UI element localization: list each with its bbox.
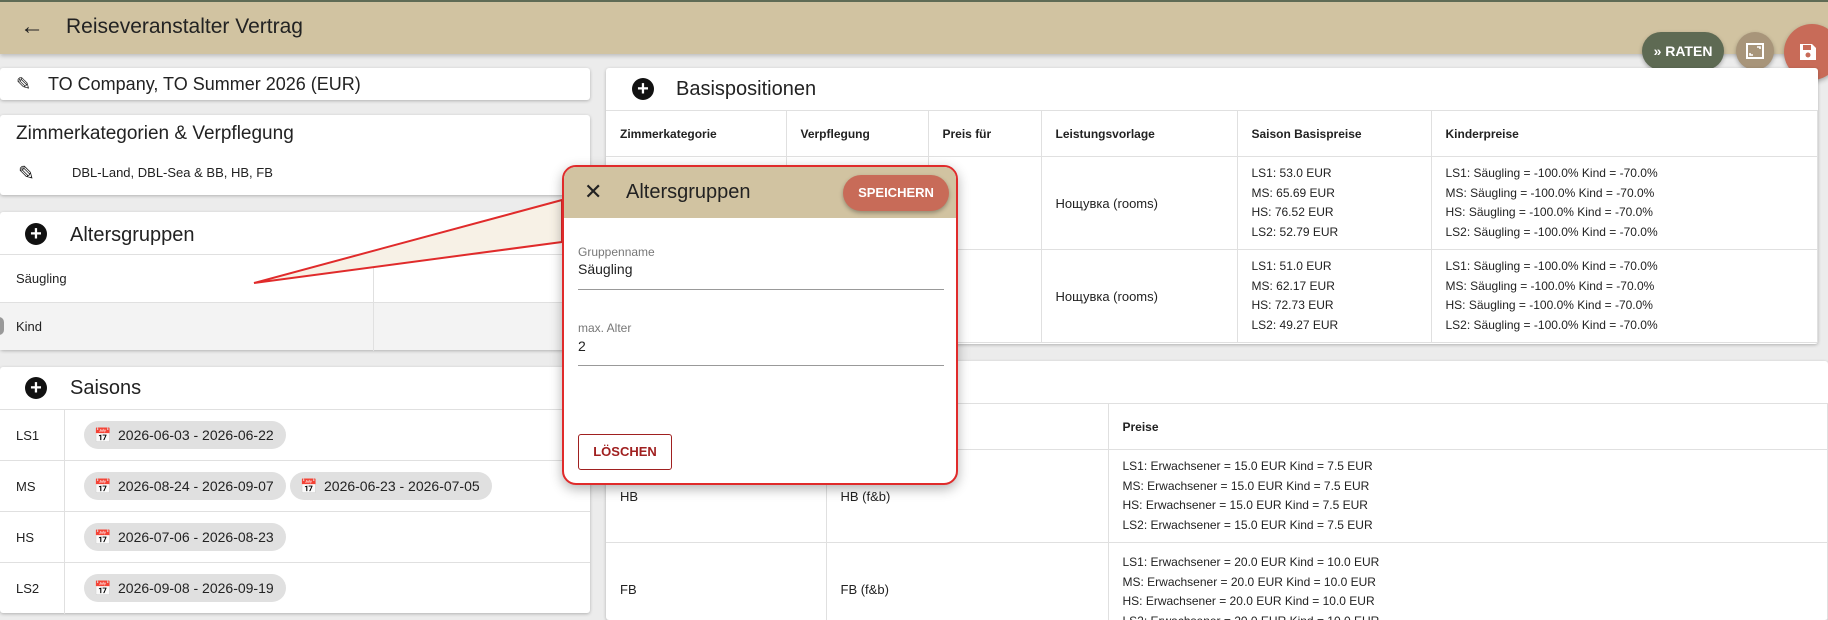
add-saison-icon[interactable]: +	[25, 377, 47, 399]
fullscreen-button[interactable]	[1736, 32, 1774, 70]
altersgruppen-title: Altersgruppen	[70, 224, 195, 246]
altersgruppe-name: Kind	[16, 319, 43, 334]
add-altersgruppe-icon[interactable]: +	[25, 223, 47, 245]
season-range-chip[interactable]: 📅 2026-09-08 - 2026-09-19	[84, 574, 286, 602]
table-row: MS 📅 2026-08-24 - 2026-09-07 📅 2026-06-23 …	[0, 460, 590, 512]
double-chevron-right-icon: »	[1653, 43, 1662, 59]
app-bar: ← Reiseveranstalter Vertrag	[0, 0, 1828, 54]
col-saison-basispreise: Saison Basispreise	[1237, 110, 1432, 157]
col-verpflegung: Verpflegung	[786, 110, 929, 157]
saison-code: MS	[16, 479, 36, 494]
altersgruppe-name: Säugling	[16, 271, 67, 286]
saisons-title: Saisons	[70, 377, 142, 399]
list-item[interactable]: Säugling	[0, 254, 590, 302]
saison-code: HS	[16, 530, 35, 545]
kinderpreise-cell: LS1: Säugling = -100.0% Kind = -70.0% MS…	[1431, 249, 1818, 343]
add-basisposition-icon[interactable]: +	[632, 78, 654, 100]
back-arrow-icon[interactable]: ←	[20, 15, 48, 40]
table-row: LS1 📅 2026-06-03 - 2026-06-22	[0, 409, 590, 461]
season-range-chip[interactable]: 📅 2026-06-03 - 2026-06-22	[84, 421, 286, 449]
leistungsvorlage-cell: Нощувка (rooms)	[1041, 156, 1238, 250]
meal-prices-cell: LS1: Erwachsener = 20.0 EUR Kind = 10.0 …	[1108, 542, 1828, 620]
calendar-icon: 📅	[94, 427, 112, 443]
basispreise-cell: LS1: 51.0 EUR MS: 62.17 EUR HS: 72.73 EU…	[1237, 249, 1432, 343]
contract-card: ✎ TO Company, TO Summer 2026 (EUR)	[0, 68, 590, 100]
max-alter-underline	[578, 365, 944, 366]
leistungsvorlage-cell: Нощувка (rooms)	[1041, 249, 1238, 343]
basispositionen-title: Basispositionen	[676, 78, 817, 100]
gruppenname-input[interactable]: Säugling	[578, 261, 633, 277]
drag-handle-icon[interactable]	[0, 317, 4, 335]
column-divider	[64, 512, 65, 563]
edit-pencil-icon[interactable]: ✎	[18, 161, 35, 186]
max-alter-label: max. Alter	[578, 321, 632, 335]
meal-code-cell: FB	[606, 542, 827, 620]
calendar-icon: 📅	[94, 580, 112, 596]
save-disk-icon	[1800, 44, 1816, 60]
calendar-icon: 📅	[94, 478, 112, 494]
rooms-summary: DBL-Land, DBL-Sea & BB, HB, FB	[72, 165, 273, 180]
season-range-chip[interactable]: 📅 2026-06-23 - 2026-07-05	[290, 472, 492, 500]
rooms-title: Zimmerkategorien & Verpflegung	[16, 123, 294, 144]
meal-vorlage-cell: FB (f&b)	[826, 542, 1109, 620]
column-divider	[64, 563, 65, 614]
saisons-card: + Saisons LS1 📅 2026-06-03 - 2026-06-22 M…	[0, 367, 590, 614]
calendar-icon: 📅	[94, 529, 112, 545]
col-kinderpreise: Kinderpreise	[1431, 110, 1818, 157]
speichern-button[interactable]: SPEICHERN	[843, 175, 949, 211]
max-alter-input[interactable]: 2	[578, 338, 586, 354]
gruppenname-label: Gruppenname	[578, 245, 655, 259]
meal-prices-cell: LS1: Erwachsener = 15.0 EUR Kind = 7.5 E…	[1108, 449, 1828, 543]
rooms-card: Zimmerkategorien & Verpflegung ✎ DBL-Lan…	[0, 115, 590, 195]
fullscreen-icon	[1746, 43, 1764, 59]
table-header-row: Zimmerkategorie Verpflegung Preis für Le…	[606, 110, 1818, 157]
table-row: HS 📅 2026-07-06 - 2026-08-23	[0, 511, 590, 563]
list-item[interactable]: Kind	[0, 302, 590, 351]
altersgruppen-dialog: ✕ Altersgruppen SPEICHERN Gruppenname Sä…	[562, 165, 958, 485]
season-range-chip[interactable]: 📅 2026-08-24 - 2026-09-07	[84, 472, 286, 500]
table-row: LS2 📅 2026-09-08 - 2026-09-19	[0, 562, 590, 614]
kinderpreise-cell: LS1: Säugling = -100.0% Kind = -70.0% MS…	[1431, 156, 1818, 250]
dialog-header: ✕ Altersgruppen SPEICHERN	[564, 167, 956, 218]
close-icon[interactable]: ✕	[584, 179, 602, 205]
col-zimmerkategorie: Zimmerkategorie	[606, 110, 787, 157]
column-divider	[64, 410, 65, 461]
col-preise: Preise	[1108, 403, 1828, 450]
calendar-icon: 📅	[300, 478, 318, 494]
contract-title: TO Company, TO Summer 2026 (EUR)	[48, 74, 361, 94]
col-preis-fuer: Preis für	[928, 110, 1042, 157]
edit-pencil-icon[interactable]: ✎	[16, 74, 31, 95]
loeschen-button[interactable]: LÖSCHEN	[578, 434, 672, 470]
col-leistungsvorlage: Leistungsvorlage	[1041, 110, 1238, 157]
gruppenname-underline	[578, 289, 944, 290]
altersgruppen-card: + Altersgruppen Säugling Kind	[0, 212, 590, 351]
raten-button[interactable]: » RATEN	[1642, 32, 1724, 70]
column-divider	[373, 255, 374, 302]
season-range-chip[interactable]: 📅 2026-07-06 - 2026-08-23	[84, 523, 286, 551]
saison-code: LS1	[16, 428, 40, 443]
dialog-title: Altersgruppen	[626, 181, 751, 203]
saison-code: LS2	[16, 581, 40, 596]
column-divider	[373, 303, 374, 351]
basispreise-cell: LS1: 53.0 EUR MS: 65.69 EUR HS: 76.52 EU…	[1237, 156, 1432, 250]
table-row[interactable]: FB FB (f&b) LS1: Erwachsener = 20.0 EUR …	[606, 542, 1828, 620]
column-divider	[64, 461, 65, 512]
page-title: Reiseveranstalter Vertrag	[66, 15, 303, 38]
